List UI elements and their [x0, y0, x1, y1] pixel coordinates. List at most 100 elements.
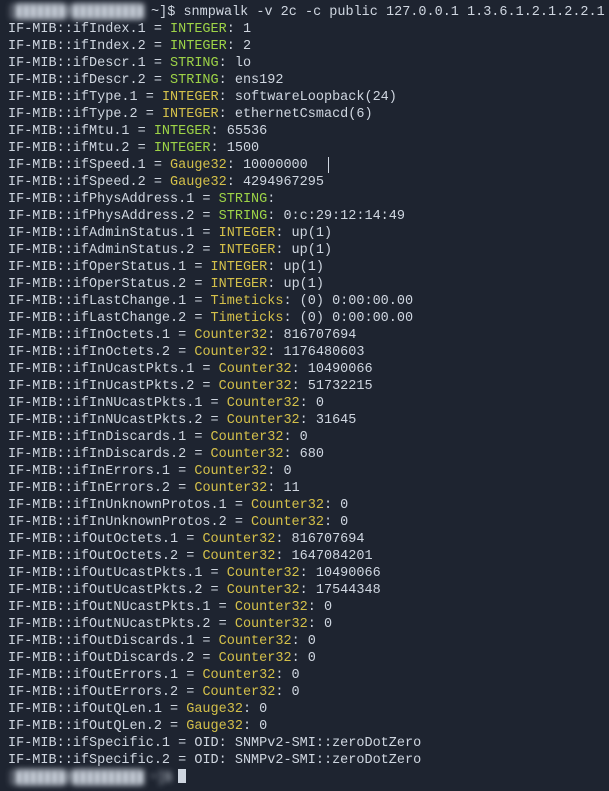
oid-15: IF-MIB::ifOperStatus.2 =: [8, 277, 211, 292]
type-23: Counter32: [227, 413, 300, 428]
value-38: : 0: [275, 668, 299, 683]
value-1: : 2: [227, 39, 251, 54]
type-15: INTEGER: [211, 277, 268, 292]
value-9: : 4294967295: [227, 175, 324, 190]
value-30: : 816707694: [275, 532, 364, 547]
value-17: : (0) 0:00:00.00: [283, 311, 413, 326]
value-8: : 10000000: [227, 158, 308, 173]
value-5: : ethernetCsmacd(6): [219, 107, 373, 122]
type-17: Timeticks: [211, 311, 284, 326]
value-23: : 31645: [300, 413, 357, 428]
value-31: : 1647084201: [275, 549, 372, 564]
type-13: INTEGER: [219, 243, 276, 258]
type-1: INTEGER: [170, 39, 227, 54]
oid-39: IF-MIB::ifOutErrors.2 =: [8, 685, 202, 700]
value-41: : 0: [243, 719, 267, 734]
type-22: Counter32: [227, 396, 300, 411]
type-6: INTEGER: [154, 124, 211, 139]
oid-11: IF-MIB::ifPhysAddress.2 =: [8, 209, 219, 224]
type-14: INTEGER: [211, 260, 268, 275]
oid-32: IF-MIB::ifOutUcastPkts.1 =: [8, 566, 227, 581]
value-22: : 0: [300, 396, 324, 411]
oid-5: IF-MIB::ifType.2 =: [8, 107, 162, 122]
value-14: : up(1): [267, 260, 324, 275]
value-21: : 51732215: [292, 379, 373, 394]
type-8: Gauge32: [170, 158, 227, 173]
oid-18: IF-MIB::ifInOctets.1 =: [8, 328, 194, 343]
value-34: : 0: [308, 600, 332, 615]
value-36: : 0: [292, 634, 316, 649]
oid-27: IF-MIB::ifInErrors.2 =: [8, 481, 194, 496]
value-3: : ens192: [219, 73, 284, 88]
oid-7: IF-MIB::ifMtu.2 =: [8, 141, 154, 156]
type-33: Counter32: [227, 583, 300, 598]
oid-30: IF-MIB::ifOutOctets.1 =: [8, 532, 202, 547]
type-7: INTEGER: [154, 141, 211, 156]
oid-40: IF-MIB::ifOutQLen.1 =: [8, 702, 186, 717]
oid-31: IF-MIB::ifOutOctets.2 =: [8, 549, 202, 564]
type-24: Counter32: [211, 430, 284, 445]
type-3: STRING: [170, 73, 219, 88]
type-0: INTEGER: [170, 22, 227, 37]
type-40: Gauge32: [186, 702, 243, 717]
oid-20: IF-MIB::ifInUcastPkts.1 =: [8, 362, 219, 377]
type-18: Counter32: [194, 328, 267, 343]
oid-25: IF-MIB::ifInDiscards.2 =: [8, 447, 211, 462]
value-7: : 1500: [211, 141, 260, 156]
oid-0: IF-MIB::ifIndex.1 =: [8, 22, 170, 37]
prompt-command: snmpwalk -v 2c -c public 127.0.0.1 1.3.6…: [183, 5, 604, 20]
oid-8: IF-MIB::ifSpeed.1 =: [8, 158, 170, 173]
oid-42: IF-MIB::ifSpecific.1 =: [8, 736, 194, 751]
terminal-output[interactable]: [███████@██████████ ~]$ snmpwalk -v 2c -…: [8, 4, 601, 787]
type-2: STRING: [170, 56, 219, 71]
type-34: Counter32: [235, 600, 308, 615]
oid-16: IF-MIB::ifLastChange.1 =: [8, 294, 211, 309]
oid-33: IF-MIB::ifOutUcastPkts.2 =: [8, 583, 227, 598]
prompt-path: ~]$: [143, 5, 184, 20]
type-39: Counter32: [202, 685, 275, 700]
value-26: : 0: [267, 464, 291, 479]
type-28: Counter32: [251, 498, 324, 513]
oid-12: IF-MIB::ifAdminStatus.1 =: [8, 226, 219, 241]
type-37: Counter32: [219, 651, 292, 666]
oid-37: IF-MIB::ifOutDiscards.2 =: [8, 651, 219, 666]
oid-4: IF-MIB::ifType.1 =: [8, 90, 162, 105]
type-27: Counter32: [194, 481, 267, 496]
value-27: : 11: [267, 481, 299, 496]
value-28: : 0: [324, 498, 348, 513]
type-19: Counter32: [194, 345, 267, 360]
oid-29: IF-MIB::ifInUnknownProtos.2 =: [8, 515, 251, 530]
type-30: Counter32: [202, 532, 275, 547]
value-24: : 0: [283, 430, 307, 445]
value-13: : up(1): [275, 243, 332, 258]
type-4: INTEGER: [162, 90, 219, 105]
value-12: : up(1): [275, 226, 332, 241]
value-16: : (0) 0:00:00.00: [283, 294, 413, 309]
value-37: : 0: [292, 651, 316, 666]
type-5: INTEGER: [162, 107, 219, 122]
oid-17: IF-MIB::ifLastChange.2 =: [8, 311, 211, 326]
value-33: : 17544348: [300, 583, 381, 598]
type-16: Timeticks: [211, 294, 284, 309]
oid-24: IF-MIB::ifInDiscards.1 =: [8, 430, 211, 445]
prompt-user-host: [███████@██████████: [8, 5, 143, 20]
oid-1: IF-MIB::ifIndex.2 =: [8, 39, 170, 54]
value-15: : up(1): [267, 277, 324, 292]
oid-43: IF-MIB::ifSpecific.2 =: [8, 753, 194, 768]
type-29: Counter32: [251, 515, 324, 530]
prompt2: [███████@██████████ ~]$: [8, 771, 178, 786]
type-21: Counter32: [219, 379, 292, 394]
value-20: : 10490066: [292, 362, 373, 377]
type-43: OID: [194, 753, 218, 768]
value-25: : 680: [283, 447, 324, 462]
oid-6: IF-MIB::ifMtu.1 =: [8, 124, 154, 139]
oid-34: IF-MIB::ifOutNUcastPkts.1 =: [8, 600, 235, 615]
oid-35: IF-MIB::ifOutNUcastPkts.2 =: [8, 617, 235, 632]
value-10: :: [267, 192, 275, 207]
value-29: : 0: [324, 515, 348, 530]
type-20: Counter32: [219, 362, 292, 377]
oid-19: IF-MIB::ifInOctets.2 =: [8, 345, 194, 360]
type-36: Counter32: [219, 634, 292, 649]
oid-41: IF-MIB::ifOutQLen.2 =: [8, 719, 186, 734]
type-42: OID: [194, 736, 218, 751]
